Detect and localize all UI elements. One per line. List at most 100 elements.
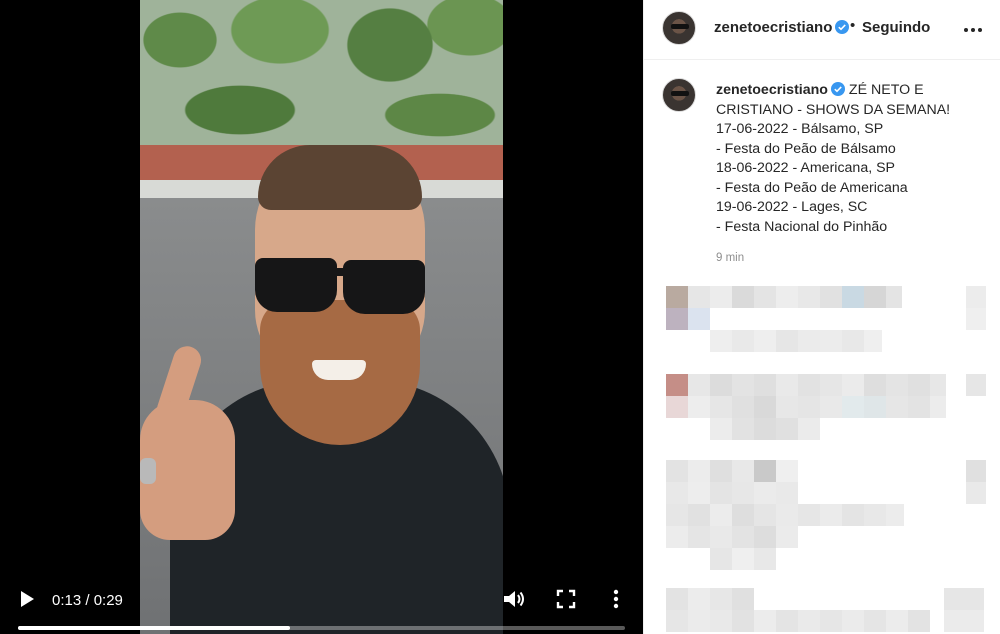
pixel-block — [776, 286, 798, 308]
pixel-block — [710, 548, 732, 570]
volume-icon[interactable] — [502, 588, 526, 610]
pixel-block — [688, 482, 710, 504]
fullscreen-icon[interactable] — [555, 588, 577, 610]
pixel-block — [710, 482, 732, 504]
post-sidebar: zenetoecristiano • Seguindo zenetoecrist… — [643, 0, 1000, 634]
pixel-block — [732, 610, 754, 632]
post-time-ago: 9 min — [716, 252, 745, 264]
play-icon[interactable] — [18, 589, 36, 609]
header-username-text[interactable]: zenetoecristiano — [714, 19, 832, 36]
caption-line-text: ZÉ NETO E — [848, 82, 924, 98]
pixel-block — [732, 460, 754, 482]
following-button[interactable]: Seguindo — [862, 19, 930, 36]
pixel-block — [754, 396, 776, 418]
pixel-block — [710, 526, 732, 548]
pixel-block — [966, 286, 986, 308]
caption-line: zenetoecristiano ZÉ NETO E — [716, 81, 986, 101]
pixel-block — [666, 308, 688, 330]
pixel-block — [732, 482, 754, 504]
pixel-block — [710, 504, 732, 526]
pixel-block — [864, 374, 886, 396]
pixel-block — [798, 418, 820, 440]
pixel-block — [666, 504, 688, 526]
pixel-block — [886, 374, 908, 396]
pixel-block — [864, 610, 886, 632]
sunglasses-bridge — [330, 268, 350, 276]
pixel-block — [776, 526, 798, 548]
pixel-block — [842, 396, 864, 418]
pixel-block — [710, 418, 732, 440]
pixel-block — [710, 396, 732, 418]
pixel-block — [688, 504, 710, 526]
pixel-block — [754, 330, 776, 352]
pixel-block — [666, 286, 688, 308]
pixel-block — [666, 526, 688, 548]
pixel-block — [688, 396, 710, 418]
pixel-block — [710, 588, 732, 610]
pixel-block — [776, 460, 798, 482]
caption-username[interactable]: zenetoecristiano — [716, 82, 828, 98]
pixel-block — [754, 548, 776, 570]
pixel-block — [754, 418, 776, 440]
pixel-block — [798, 330, 820, 352]
caption-line: 19-06-2022 - Lages, SC — [716, 199, 868, 215]
pixel-block — [688, 308, 710, 330]
verified-badge-icon — [830, 82, 845, 96]
pixel-block — [886, 610, 908, 632]
pixel-block — [798, 396, 820, 418]
pixel-block — [732, 548, 754, 570]
pixel-block — [820, 396, 842, 418]
post-header: zenetoecristiano • Seguindo — [644, 0, 1000, 60]
pixel-block — [798, 374, 820, 396]
separator-dot: • — [850, 17, 856, 34]
video-progress-bar[interactable] — [18, 626, 625, 630]
pixel-block — [908, 610, 930, 632]
caption-avatar[interactable] — [662, 78, 696, 112]
pixel-block — [886, 286, 902, 308]
sunglasses-right-lens — [343, 260, 425, 314]
pixel-block — [966, 374, 986, 396]
pixel-block — [864, 330, 882, 352]
video-time: 0:13 / 0:29 — [52, 592, 123, 609]
caption-text: zenetoecristiano ZÉ NETO E CRISTIANO - S… — [716, 81, 986, 237]
sunglasses-left-lens — [255, 258, 337, 312]
more-horizontal-icon[interactable] — [962, 22, 984, 38]
video-controls: 0:13 / 0:29 — [0, 574, 643, 634]
pixel-block — [666, 482, 688, 504]
pixel-block — [666, 460, 688, 482]
pixel-block — [732, 286, 754, 308]
more-vertical-icon[interactable] — [608, 588, 624, 610]
pixel-block — [820, 504, 842, 526]
pixel-block — [776, 504, 798, 526]
pixel-block — [944, 588, 984, 610]
pixel-block — [754, 374, 776, 396]
pixel-block — [688, 526, 710, 548]
pixel-block — [944, 610, 984, 632]
pixel-block — [710, 610, 732, 632]
pixel-block — [710, 286, 732, 308]
pixel-block — [732, 504, 754, 526]
pixel-block — [820, 610, 842, 632]
pixel-block — [688, 610, 710, 632]
pixel-block — [798, 610, 820, 632]
pixel-block — [798, 504, 820, 526]
pixel-block — [754, 504, 776, 526]
video-player[interactable]: 0:13 / 0:29 — [0, 0, 643, 634]
pixel-block — [732, 418, 754, 440]
pixel-block — [776, 396, 798, 418]
pixel-block — [732, 330, 754, 352]
pixel-block — [820, 374, 842, 396]
video-frame[interactable] — [140, 0, 503, 634]
header-username[interactable]: zenetoecristiano — [714, 19, 850, 36]
pixel-block — [688, 286, 710, 308]
pixel-block — [732, 396, 754, 418]
pixel-block — [776, 418, 798, 440]
pixel-block — [732, 588, 754, 610]
caption-line: - Festa do Peão de Bálsamo — [716, 140, 896, 157]
pixel-block — [754, 526, 776, 548]
pixel-block — [754, 286, 776, 308]
caption-line: 17-06-2022 - Bálsamo, SP — [716, 121, 884, 137]
caption-line: 18-06-2022 - Americana, SP — [716, 160, 896, 176]
video-progress-fill — [18, 626, 290, 630]
avatar[interactable] — [662, 11, 696, 45]
